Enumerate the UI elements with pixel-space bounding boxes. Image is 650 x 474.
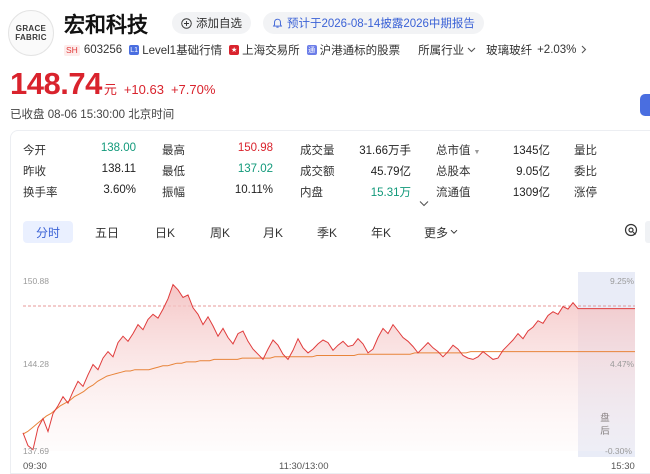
exchange-badge[interactable]: ★ 上海交易所 — [229, 42, 300, 58]
settings-icon[interactable] — [624, 223, 638, 240]
chevron-right-icon — [581, 45, 587, 56]
inner-label: 内盘 — [300, 187, 323, 199]
y-axis-left-top: 150.88 — [23, 276, 49, 286]
x-axis-open: 09:30 — [23, 461, 47, 472]
price-change: +10.63 — [123, 82, 164, 97]
float-label: 流通值 — [436, 187, 471, 199]
turnover-value: 3.60% — [103, 184, 136, 196]
logo-line2: FABRIC — [15, 33, 47, 42]
stock-connect-icon: 通 — [306, 45, 317, 55]
industry-dropdown[interactable]: 所属行业 — [418, 42, 476, 58]
amount-value: 45.79亿 — [370, 166, 411, 178]
turnover-label: 换手率 — [23, 187, 58, 199]
tab-more-label: 更多 — [423, 225, 448, 240]
x-axis-midday: 11:30/13:00 — [279, 461, 329, 472]
expand-stats-button[interactable] — [419, 199, 429, 210]
amount-label: 成交额 — [300, 166, 335, 178]
tab-daily-k[interactable]: 日K — [143, 221, 187, 243]
china-flag-icon: ★ — [229, 45, 240, 55]
tab-weekly-k[interactable]: 周K — [198, 221, 242, 243]
industry-name: 玻璃玻纤 — [486, 45, 533, 57]
tab-quarterly-k[interactable]: 季K — [305, 221, 349, 243]
weibi-label: 量比 — [574, 145, 597, 157]
float-value: 1309亿 — [512, 187, 550, 199]
shares-label: 总股本 — [436, 166, 471, 178]
mktcap-label-text: 总市值 — [436, 145, 471, 157]
y-axis-right-mid: 4.47% — [610, 359, 635, 369]
open-value: 138.00 — [100, 142, 136, 154]
volume-value: 31.66万手 — [359, 145, 411, 157]
high-label: 最高 — [162, 145, 185, 157]
stock-name: 宏和科技 — [64, 14, 148, 37]
industry-link[interactable]: 玻璃玻纤 +2.03% — [486, 42, 587, 58]
chevron-down-icon — [467, 45, 476, 55]
open-label: 今开 — [23, 145, 46, 157]
caret-down-icon: ▼ — [473, 149, 481, 156]
logo-line1: GRACE — [15, 24, 47, 33]
add-watchlist-label: 添加自选 — [196, 18, 242, 30]
chevron-down-icon — [450, 229, 458, 234]
bell-icon — [272, 18, 283, 29]
tab-more[interactable]: 更多 — [416, 221, 466, 243]
x-axis-close: 15:30 — [611, 461, 635, 472]
report-notice-button[interactable]: 预计于2026-08-14披露2026中期报告 — [263, 12, 484, 34]
quote-panel — [10, 130, 650, 474]
mktcap-label[interactable]: 总市值 ▼ — [436, 142, 480, 158]
high-value: 150.98 — [237, 142, 273, 154]
mktcap-value: 1345亿 — [512, 145, 550, 157]
level1-badge[interactable]: L1 Level1基础行情 — [129, 42, 222, 58]
stock-code: 603256 — [83, 44, 123, 56]
right-edge-control[interactable] — [645, 221, 650, 243]
level1-icon: L1 — [129, 45, 140, 55]
prev-close-value: 138.11 — [101, 163, 136, 175]
amplitude-value: 10.11% — [234, 184, 273, 196]
quote-price-row: 148.74 元 +10.63 +7.70% — [10, 66, 215, 102]
side-panel-tab[interactable] — [640, 94, 650, 116]
tab-monthly-k[interactable]: 月K — [251, 221, 295, 243]
stock-subline: SH 603256 L1 Level1基础行情 ★ 上海交易所 通 沪港通标的股… — [64, 42, 587, 58]
shares-value: 9.05亿 — [516, 166, 550, 178]
chevron-down-icon — [419, 201, 429, 207]
y-axis-left-mid: 144.28 — [23, 359, 49, 369]
tab-intraday[interactable]: 分时 — [23, 221, 73, 243]
industry-dropdown-label: 所属行业 — [418, 45, 465, 57]
inner-value: 15.31万 — [370, 187, 411, 199]
price-change-pct: +7.70% — [170, 82, 216, 97]
prev-close-label: 昨收 — [23, 166, 46, 178]
tab-five-day[interactable]: 五日 — [85, 221, 129, 243]
connect-label: 沪港通标的股票 — [319, 45, 401, 57]
exchange-label: 上海交易所 — [242, 45, 300, 57]
amplitude-label: 振幅 — [162, 187, 185, 199]
y-axis-right-bottom: -0.30% — [605, 446, 632, 456]
tab-yearly-k[interactable]: 年K — [359, 221, 403, 243]
add-watchlist-button[interactable]: 添加自选 — [172, 12, 251, 34]
market-status: 已收盘 08-06 15:30:00 北京时间 — [10, 109, 175, 121]
company-logo: GRACE FABRIC — [8, 10, 54, 56]
plus-circle-icon — [181, 17, 192, 29]
volume-label: 成交量 — [300, 145, 335, 157]
price-unit: 元 — [103, 82, 117, 97]
y-axis-left-bottom: 137.69 — [23, 446, 49, 456]
limit-up-label: 涨停 — [574, 187, 597, 199]
low-label: 最低 — [162, 166, 185, 178]
low-value: 137.02 — [237, 163, 273, 175]
connect-badge[interactable]: 通 沪港通标的股票 — [306, 42, 401, 58]
y-axis-right-top: 9.25% — [610, 276, 635, 286]
last-price: 148.74 — [10, 66, 102, 101]
level1-label: Level1基础行情 — [142, 45, 223, 57]
report-notice-label: 预计于2026-08-14披露2026中期报告 — [287, 18, 475, 30]
order-ratio-label: 委比 — [574, 166, 597, 178]
market-tag: SH — [64, 44, 80, 56]
industry-change: +2.03% — [537, 44, 577, 56]
after-hours-label: 盘后 — [600, 413, 610, 437]
